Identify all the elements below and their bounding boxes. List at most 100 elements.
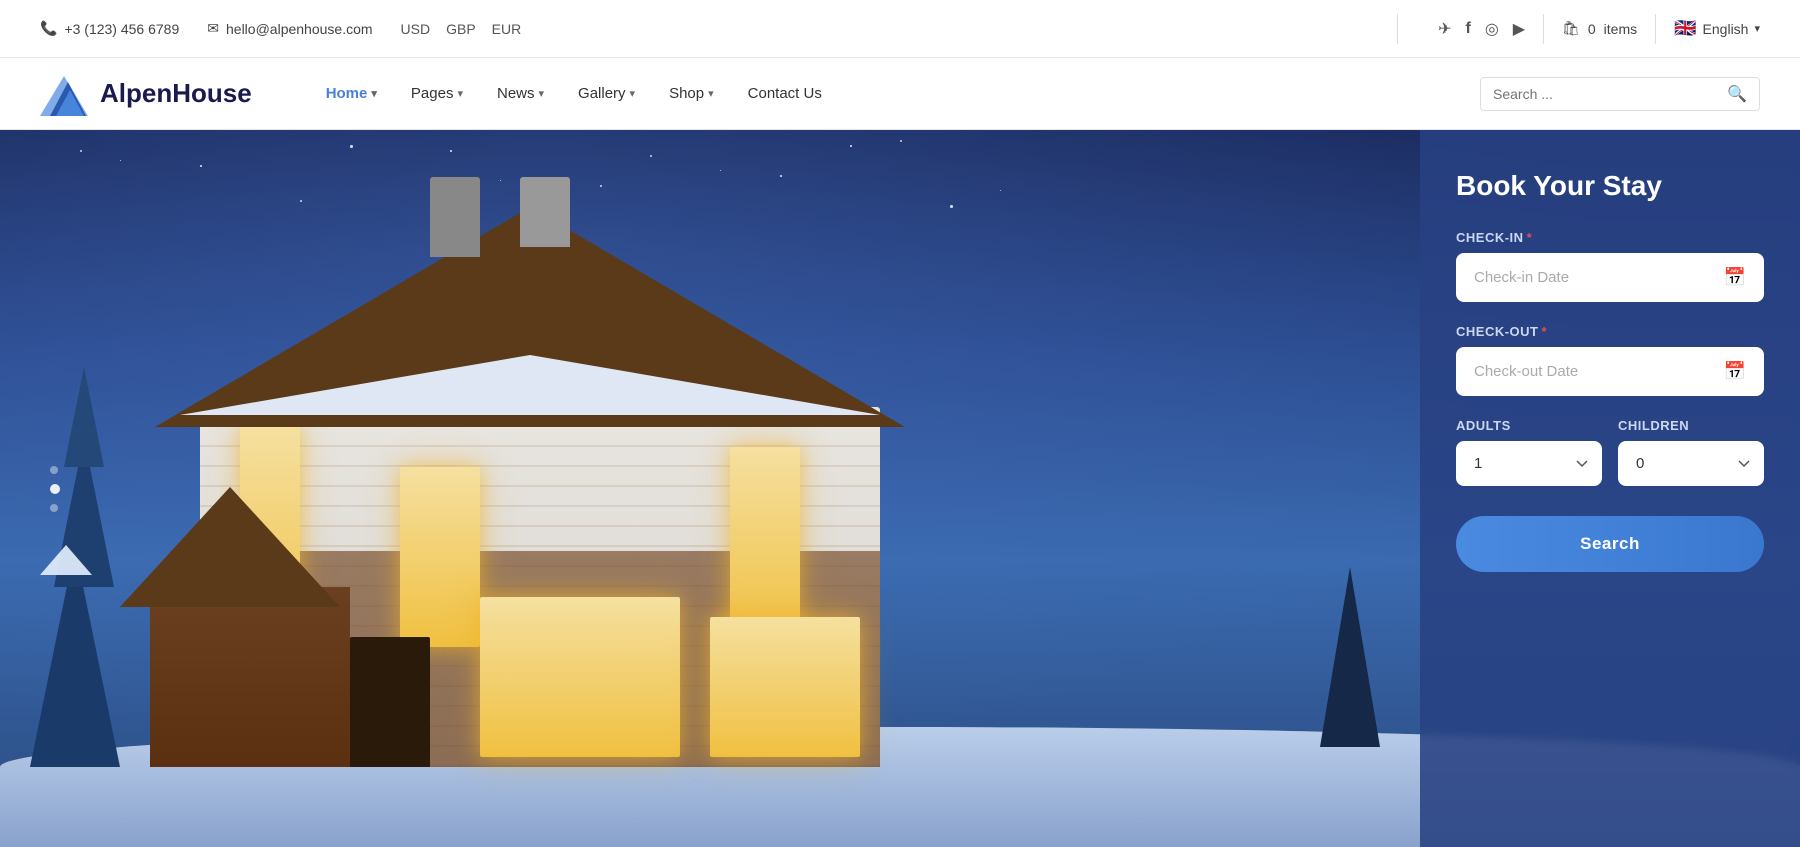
star-2 [350,145,353,148]
nav-links: Home ▾ Pages ▾ News ▾ Gallery ▾ Shop ▾ C… [312,77,1440,110]
star-7 [1000,190,1001,191]
window-center [400,467,480,647]
tree-right-1 [1320,567,1380,747]
door [350,637,430,767]
nav-gallery[interactable]: Gallery ▾ [564,77,649,110]
chimney-left [430,177,480,257]
star-9 [300,200,302,202]
checkin-input[interactable]: Check-in Date 📅 [1456,253,1764,302]
language-label: English [1703,21,1749,37]
star-6 [900,140,902,142]
checkin-required: * [1527,230,1533,245]
logo[interactable]: AlpenHouse [40,72,252,116]
logo-text: AlpenHouse [100,78,252,109]
children-group: CHILDREN 0 1 2 3 [1618,418,1764,486]
search-button[interactable]: Search [1456,516,1764,572]
email-address: hello@alpenhouse.com [226,21,373,37]
tripadvisor-icon[interactable]: ✈ [1438,19,1451,39]
divider-3 [1655,14,1656,44]
divider-2 [1543,14,1544,44]
top-bar: 📞 +3 (123) 456 6789 ✉ hello@alpenhouse.c… [0,0,1800,58]
phone-icon: 📞 [40,20,57,37]
checkout-group: CHECK-OUT* Check-out Date 📅 [1456,324,1764,396]
adults-select[interactable]: 1 2 3 4 [1456,441,1602,486]
top-bar-left: 📞 +3 (123) 456 6789 ✉ hello@alpenhouse.c… [40,20,1357,37]
instagram-icon[interactable]: ◎ [1485,19,1499,39]
nav-pages[interactable]: Pages ▾ [397,77,477,110]
nav-pages-label: Pages [411,85,454,102]
children-select[interactable]: 0 1 2 3 [1618,441,1764,486]
slide-dots [50,466,60,512]
email-contact: ✉ hello@alpenhouse.com [207,20,372,37]
star-0 [80,150,82,152]
nav-contact-label: Contact Us [748,85,822,102]
facebook-icon[interactable]: f [1465,20,1470,38]
star-5 [780,175,782,177]
star-12 [720,170,721,171]
cart-label: items [1604,21,1637,37]
checkout-placeholder: Check-out Date [1474,363,1578,380]
nav-shop[interactable]: Shop ▾ [655,77,728,110]
nav-home[interactable]: Home ▾ [312,77,391,110]
social-icons: ✈ f ◎ ▶ [1438,19,1525,39]
checkout-calendar-icon: 📅 [1724,361,1746,382]
roof-snow-main [180,355,880,415]
nav-bar: AlpenHouse Home ▾ Pages ▾ News ▾ Gallery… [0,58,1800,130]
slide-dot-3[interactable] [50,504,58,512]
youtube-icon[interactable]: ▶ [1513,19,1525,39]
adults-children-group: ADULTS 1 2 3 4 CHILDREN 0 1 2 3 [1456,418,1764,486]
nav-home-chevron-icon: ▾ [371,87,377,100]
nav-contact[interactable]: Contact Us [734,77,836,110]
checkout-label: CHECK-OUT* [1456,324,1764,339]
slide-dot-1[interactable] [50,466,58,474]
nav-shop-chevron-icon: ▾ [708,87,714,100]
house-lower-left [150,587,350,767]
star-1 [200,165,202,167]
nav-pages-chevron-icon: ▾ [457,87,463,100]
language-chevron-icon: ▾ [1754,22,1760,35]
nav-home-label: Home [326,85,368,102]
cart-icon: 🛍 [1562,20,1580,37]
top-bar-right: ✈ f ◎ ▶ 🛍 0 items 🇬🇧 English ▾ [1438,14,1760,44]
star-4 [650,155,652,157]
checkin-label: CHECK-IN* [1456,230,1764,245]
booking-title: Book Your Stay [1456,170,1764,202]
chimney-right [520,177,570,247]
currency-usd[interactable]: USD [401,21,431,37]
hero-section: Book Your Stay CHECK-IN* Check-in Date 📅… [0,130,1800,847]
currency-gbp[interactable]: GBP [446,21,476,37]
star-8 [120,160,121,161]
email-icon: ✉ [207,20,219,37]
currency-selector[interactable]: USD GBP EUR [401,21,522,37]
nav-news[interactable]: News ▾ [483,77,558,110]
nav-gallery-chevron-icon: ▾ [630,87,636,100]
window-garage-right [710,617,860,757]
nav-news-chevron-icon: ▾ [539,87,545,100]
checkin-placeholder: Check-in Date [1474,269,1569,286]
language-selector[interactable]: 🇬🇧 English ▾ [1674,18,1760,39]
cart-count: 0 [1588,21,1596,37]
nav-news-label: News [497,85,535,102]
adults-label: ADULTS [1456,418,1602,433]
star-11 [600,185,602,187]
tree-left-1-peak [64,367,104,467]
search-icon[interactable]: 🔍 [1727,84,1747,104]
star-10 [450,150,452,152]
checkout-required: * [1542,324,1548,339]
star-3 [500,180,501,181]
search-box[interactable]: 🔍 [1480,77,1760,111]
divider-1 [1397,14,1398,44]
slide-dot-2[interactable] [50,484,60,494]
star-13 [850,145,852,147]
checkout-input[interactable]: Check-out Date 📅 [1456,347,1764,396]
adults-group: ADULTS 1 2 3 4 [1456,418,1602,486]
checkin-group: CHECK-IN* Check-in Date 📅 [1456,230,1764,302]
roof-lower [120,487,340,607]
star-14 [950,205,953,208]
currency-eur[interactable]: EUR [492,21,522,37]
cart-area[interactable]: 🛍 0 items [1562,20,1637,37]
nav-gallery-label: Gallery [578,85,626,102]
children-label: CHILDREN [1618,418,1764,433]
search-input[interactable] [1493,86,1719,102]
phone-number: +3 (123) 456 6789 [64,21,179,37]
